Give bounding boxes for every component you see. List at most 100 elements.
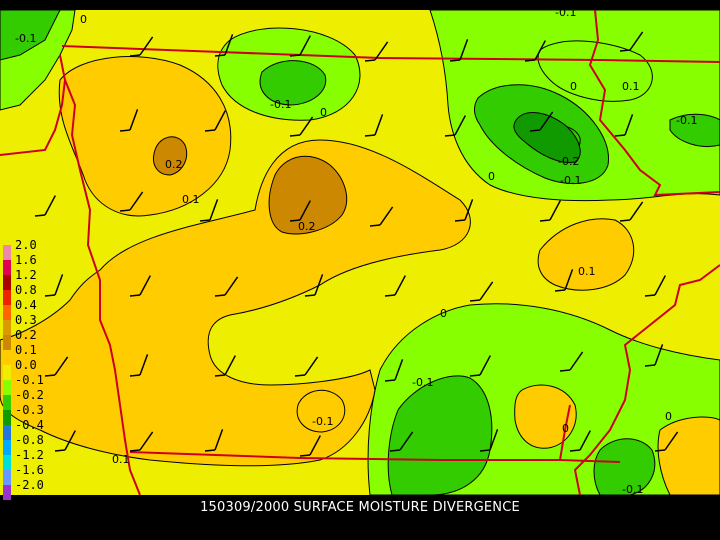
wind-barb-flag xyxy=(214,294,226,297)
contour-label: 0 xyxy=(665,410,672,423)
legend-swatch xyxy=(3,380,11,395)
contour-label: 0 xyxy=(320,106,327,119)
legend-label: -0.8 xyxy=(15,433,44,447)
legend-label: -0.3 xyxy=(15,403,44,417)
legend-label: -0.1 xyxy=(15,373,44,387)
legend-swatch xyxy=(3,260,11,275)
legend-label: -0.2 xyxy=(15,388,44,402)
wind-barb-flag xyxy=(289,54,301,57)
contour-label: 0.2 xyxy=(165,158,183,171)
contour-label: -0.1 xyxy=(622,483,643,495)
wind-barb-flag xyxy=(204,129,216,132)
wind-barb-flag xyxy=(119,209,131,212)
contour-label: 0.1 xyxy=(622,80,640,93)
wind-barb-flag xyxy=(369,224,381,227)
wind-barb-flag xyxy=(34,214,46,217)
contour-label: -0.1 xyxy=(560,174,581,187)
contour-label: 0 xyxy=(562,422,569,435)
legend-label: 0.4 xyxy=(15,298,37,312)
wind-barb-flag xyxy=(364,134,376,137)
legend-swatch xyxy=(3,320,11,335)
legend-label: -2.0 xyxy=(15,478,44,492)
contour-label: -0.1 xyxy=(270,98,291,111)
legend-swatch xyxy=(3,485,11,500)
legend-label: 1.2 xyxy=(15,268,37,282)
wind-barb-flag xyxy=(384,379,396,382)
legend-label: 1.6 xyxy=(15,253,37,267)
wind-barb-flag xyxy=(364,59,376,62)
wind-barb-flag xyxy=(449,59,461,62)
legend-label: 0.3 xyxy=(15,313,37,327)
legend-label: 0.0 xyxy=(15,358,37,372)
wind-barb-flag xyxy=(204,449,216,452)
legend-label: 0.8 xyxy=(15,283,37,297)
wind-barb-flag xyxy=(294,374,306,377)
wind-barb-flag xyxy=(559,369,571,372)
wind-barb-flag xyxy=(539,219,551,222)
legend-label: 2.0 xyxy=(15,238,37,252)
map-area: 0 -0.1 -0.1 0 0.1 -0.1 0.2 0.1 -0.1 -0.2… xyxy=(0,10,720,495)
contour-label: 0.1 xyxy=(182,193,200,206)
contour-label: 0 xyxy=(488,170,495,183)
contour-label: 0.1 xyxy=(578,265,596,278)
wind-barb-flag xyxy=(469,374,481,377)
contour-label: 0.2 xyxy=(298,220,316,233)
contour-label: -0.1 xyxy=(676,114,697,127)
wind-barb-flag xyxy=(304,294,316,297)
legend-swatch xyxy=(3,395,11,410)
wind-barb-flag xyxy=(384,294,396,297)
wind-barb-flag xyxy=(289,134,301,137)
wind-barb-flag xyxy=(529,129,541,132)
wind-barb-flag xyxy=(199,219,211,222)
wind-barb-flag xyxy=(644,294,656,297)
contour-label: -0.1 xyxy=(412,376,433,389)
wind-barb-flag xyxy=(129,294,141,297)
wind-barb-flag xyxy=(469,299,481,302)
legend-swatch xyxy=(3,410,11,425)
wind-barb-flag xyxy=(524,59,536,62)
legend-swatch xyxy=(3,350,11,365)
wind-barb-flag xyxy=(619,219,631,222)
wind-barb-flag xyxy=(554,289,566,292)
wind-barb-flag xyxy=(119,129,131,132)
legend-swatch xyxy=(3,470,11,485)
legend-label: 0.2 xyxy=(15,328,37,342)
legend-label: -1.6 xyxy=(15,463,44,477)
contour-label: 0 xyxy=(80,13,87,26)
legend-swatch xyxy=(3,455,11,470)
contour-label: 0.1 xyxy=(112,453,130,466)
color-legend: 2.0 1.6 1.2 0.8 0.4 0.3 0.2 0.1 0.0 -0.1 -0.2 -0.3-… xyxy=(3,238,48,515)
legend-swatch xyxy=(3,335,11,350)
wind-barb-flag xyxy=(129,54,141,57)
legend-swatch xyxy=(3,440,11,455)
legend-swatch xyxy=(3,275,11,290)
wind-barb-flag xyxy=(454,219,466,222)
wind-barb-flag xyxy=(129,374,141,377)
wind-barb-flag xyxy=(444,134,456,137)
legend-swatch xyxy=(3,365,11,380)
contour-label: -0.1 xyxy=(15,32,36,45)
divergence-map: 0 -0.1 -0.1 0 0.1 -0.1 0.2 0.1 -0.1 -0.2… xyxy=(0,10,720,495)
legend-label: -0.4 xyxy=(15,418,44,432)
wind-barb-flag xyxy=(569,449,581,452)
legend-swatch xyxy=(3,425,11,440)
wind-barb-flag xyxy=(389,449,401,452)
wind-barb-flag xyxy=(54,449,66,452)
legend-swatch xyxy=(3,245,11,260)
wind-barb-flag xyxy=(214,54,226,57)
contour-label: -0.1 xyxy=(555,10,576,19)
orange-region-far-se xyxy=(657,416,720,495)
legend-label: -1.2 xyxy=(15,448,44,462)
contour-label: -0.2 xyxy=(558,155,579,168)
wind-barb-flag xyxy=(299,454,311,457)
wind-barb-flag xyxy=(129,449,141,452)
wind-barb-flag xyxy=(214,374,226,377)
contour-label: 0 xyxy=(440,307,447,320)
wind-barb-flag xyxy=(654,449,666,452)
legend-swatch xyxy=(3,305,11,320)
contour-label: -0.1 xyxy=(312,415,333,428)
map-caption: 150309/2000 SURFACE MOISTURE DIVERGENCE xyxy=(200,500,520,515)
legend-label: 0.1 xyxy=(15,343,37,357)
wind-barb-flag xyxy=(619,49,631,52)
wind-barb-flag xyxy=(479,449,491,452)
